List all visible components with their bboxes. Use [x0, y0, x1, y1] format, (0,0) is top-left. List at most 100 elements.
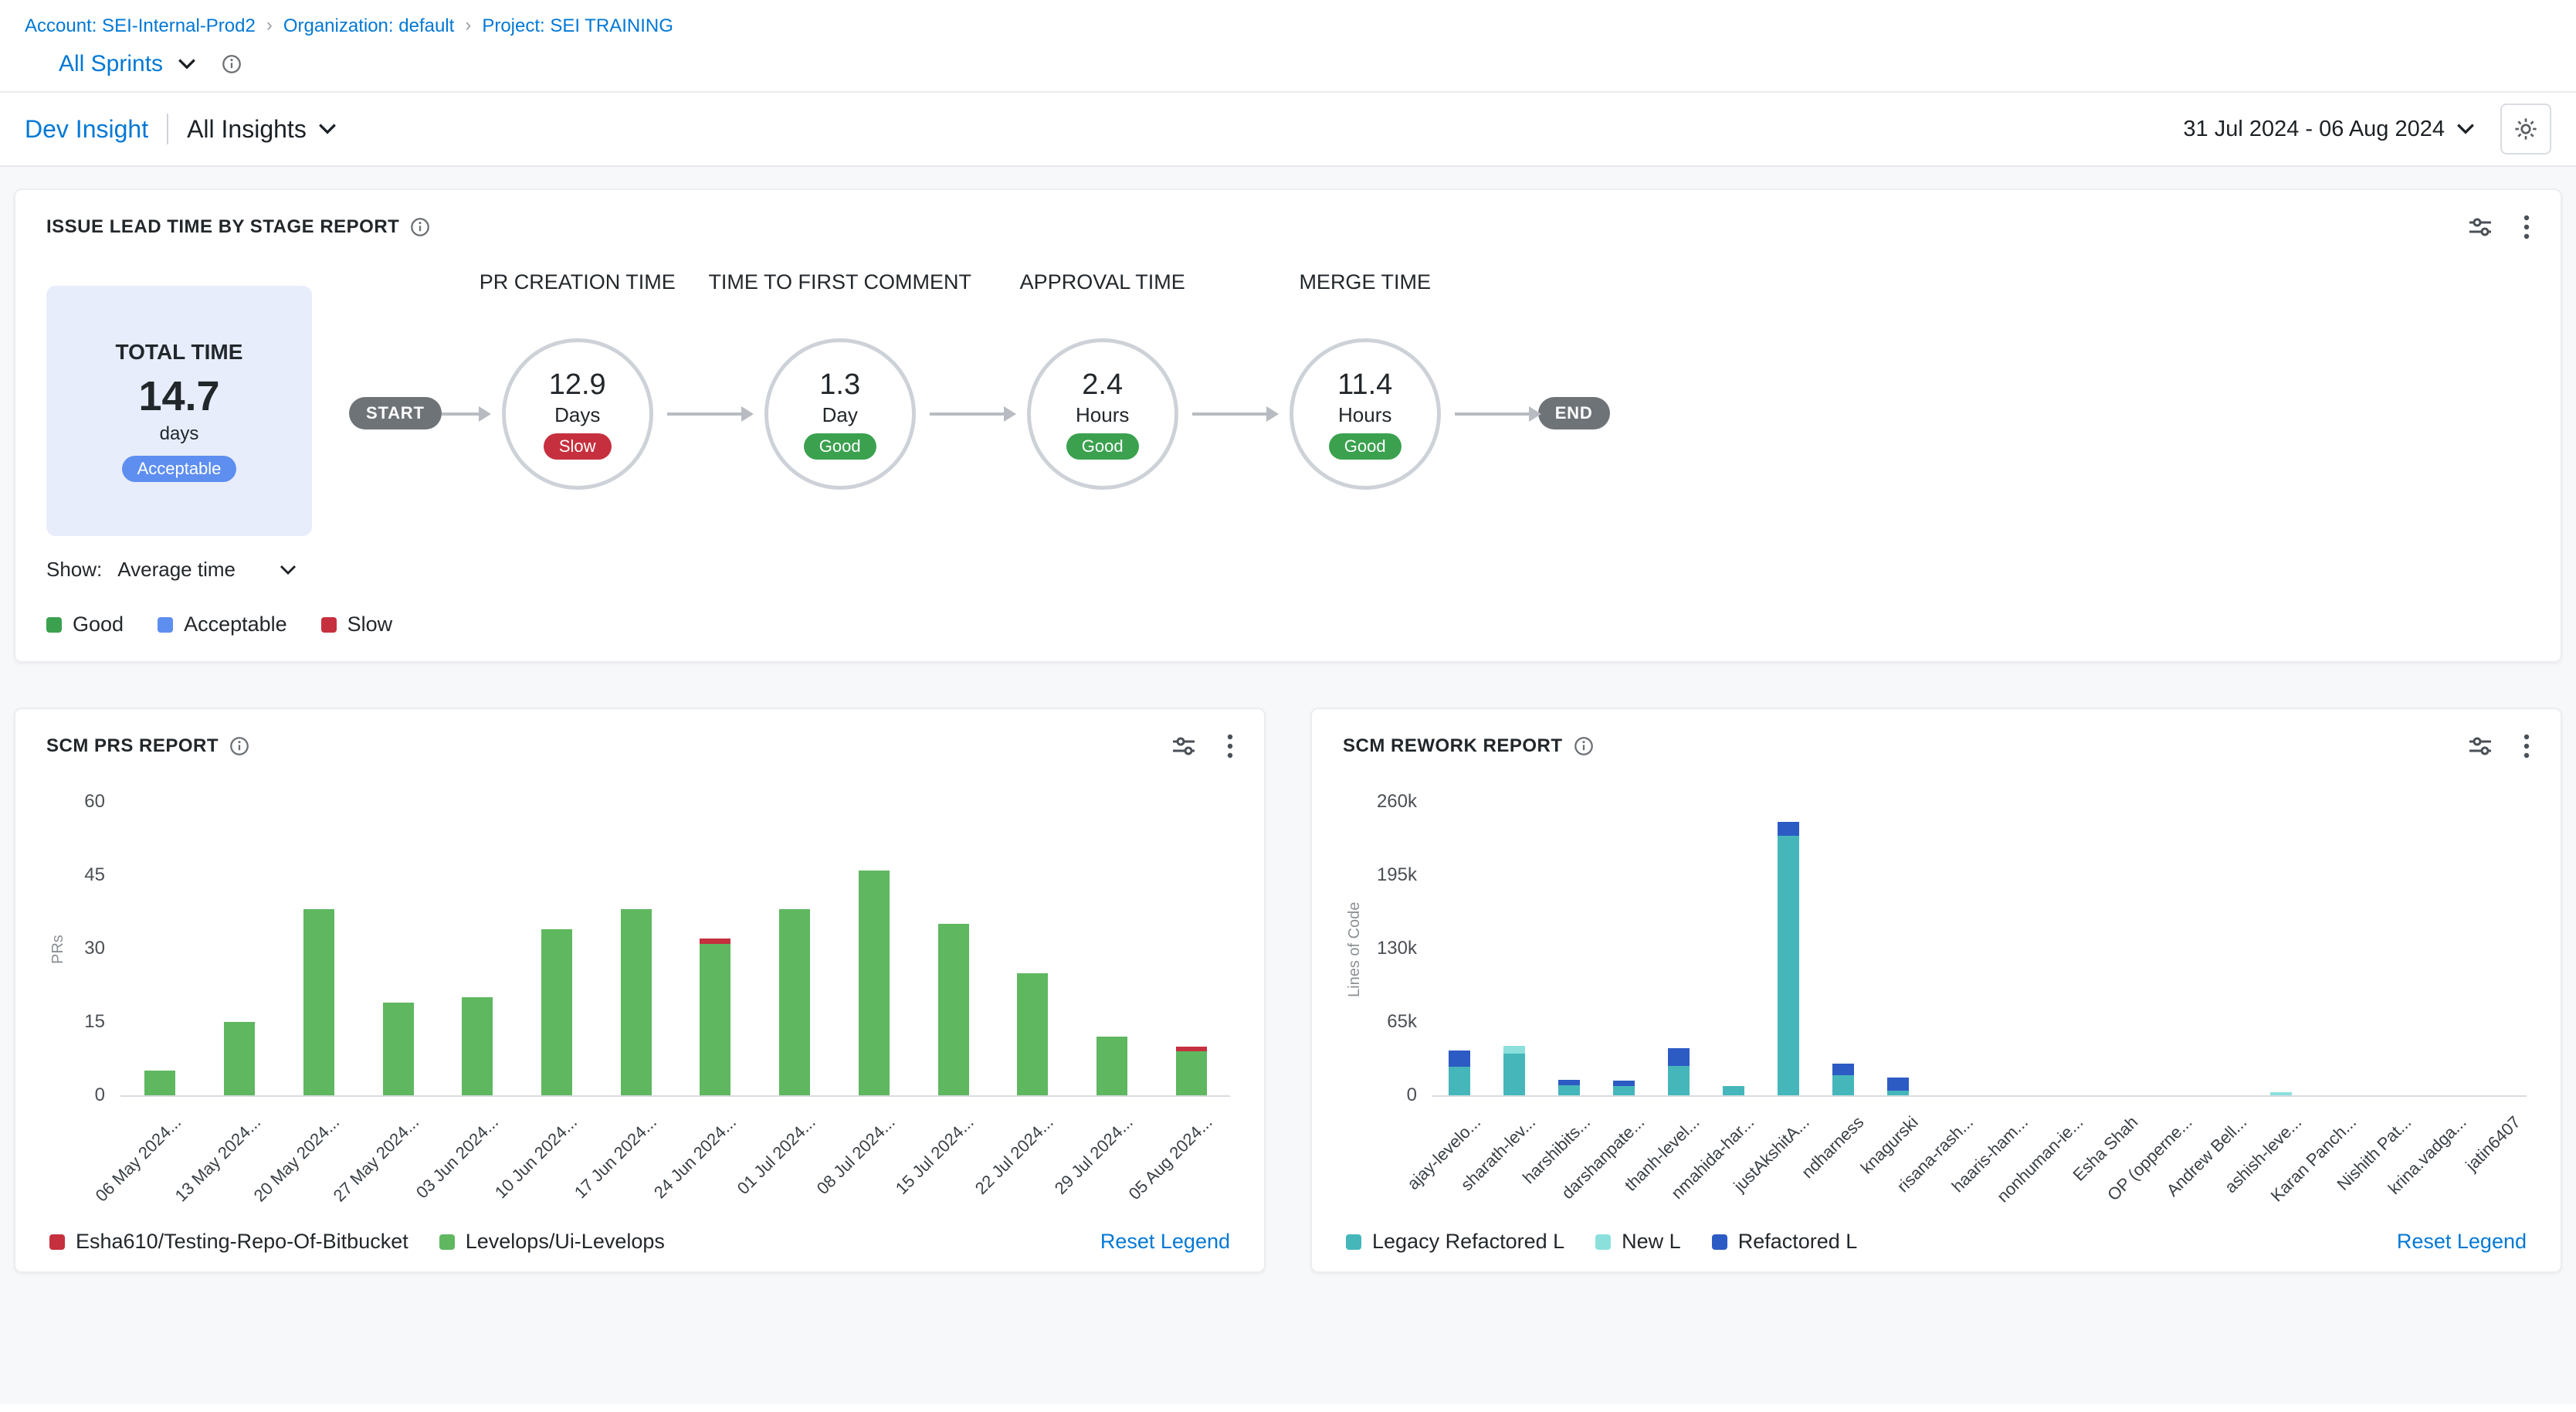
reset-legend-link[interactable]: Reset Legend [1100, 1230, 1230, 1254]
legend-item[interactable]: Esha610/Testing-Repo-Of-Bitbucket [49, 1230, 408, 1254]
bar-segment[interactable] [383, 1003, 414, 1095]
bar-segment[interactable] [303, 909, 334, 1095]
lead-time-stage[interactable]: PR CREATION TIME12.9DaysSlow [502, 338, 653, 490]
widget-filters-icon[interactable] [2468, 734, 2493, 759]
breadcrumb-organization-link[interactable]: Organization: default [283, 15, 454, 37]
bar-segment[interactable] [1558, 1080, 1580, 1085]
legend-label: New L [1622, 1230, 1681, 1254]
bar-segment[interactable] [1887, 1078, 1909, 1091]
kebab-menu-icon[interactable] [1227, 734, 1233, 759]
legend-item[interactable]: New L [1595, 1230, 1681, 1254]
bar-segment[interactable] [224, 1022, 255, 1095]
stage-status-badge: Good [1066, 433, 1139, 460]
bar-segment[interactable] [2270, 1092, 2292, 1095]
stage-label: PR CREATION TIME [431, 267, 724, 297]
bar-segment[interactable] [1832, 1075, 1854, 1095]
sprint-selector[interactable]: All Sprints [59, 51, 2576, 77]
insight-view-dropdown[interactable]: All Insights [187, 115, 337, 144]
bar-segment[interactable] [1017, 973, 1048, 1095]
lead-time-stage[interactable]: MERGE TIME11.4HoursGood [1290, 338, 1441, 490]
legend-item[interactable]: Refactored L [1712, 1230, 1858, 1254]
stage-value: 12.9 [549, 368, 606, 402]
bar-segment[interactable] [1558, 1085, 1580, 1095]
legend-item[interactable]: Legacy Refactored L [1346, 1230, 1564, 1254]
bar-segment[interactable] [779, 909, 810, 1095]
bar-segment[interactable] [938, 924, 969, 1095]
bar-segment[interactable] [1613, 1086, 1635, 1095]
widget-filters-icon[interactable] [2468, 215, 2493, 239]
breadcrumb-project-link[interactable]: Project: SEI TRAINING [482, 15, 673, 37]
bar-segment[interactable] [1176, 1047, 1207, 1051]
x-axis-label: 24 Jun 2024... [650, 1112, 741, 1203]
stage-status-badge: Slow [544, 433, 612, 460]
bar-segment[interactable] [1668, 1048, 1690, 1066]
x-axis-label: 01 Jul 2024... [734, 1112, 820, 1199]
flow-end-pill: END [1538, 397, 1610, 429]
prs-chart-legend: Esha610/Testing-Repo-Of-Bitbucket Levelop… [15, 1224, 1264, 1275]
y-axis-tick-label: 130k [1377, 938, 1417, 959]
stage-unit: Hours [1338, 403, 1391, 427]
total-time-label: TOTAL TIME [116, 340, 243, 365]
y-axis-tick-label: 195k [1377, 864, 1417, 886]
bar-segment[interactable] [1449, 1067, 1470, 1095]
date-range-dropdown[interactable]: 31 Jul 2024 - 06 Aug 2024 [2183, 117, 2476, 142]
bar-segment[interactable] [462, 997, 493, 1095]
bar-segment[interactable] [1668, 1066, 1690, 1095]
bar-segment[interactable] [1176, 1051, 1207, 1095]
legend-item[interactable]: Acceptable [158, 613, 287, 636]
scm-rework-card: SCM REWORK REPORT Lines of Code 065k130k… [1310, 708, 2562, 1273]
bar-segment[interactable] [1503, 1046, 1525, 1054]
reset-legend-link[interactable]: Reset Legend [2397, 1230, 2527, 1254]
stage-circle: 2.4HoursGood [1027, 338, 1178, 490]
lead-time-stage[interactable]: TIME TO FIRST COMMENT1.3DayGood [764, 338, 916, 490]
bar-segment[interactable] [859, 871, 890, 1095]
flow-arrow-icon [1455, 412, 1538, 416]
kebab-menu-icon[interactable] [2523, 215, 2530, 239]
bar-segment[interactable] [1503, 1054, 1525, 1095]
kebab-menu-icon[interactable] [2523, 734, 2530, 759]
bar-segment[interactable] [1613, 1081, 1635, 1086]
legend-swatch [158, 617, 173, 633]
info-icon[interactable] [222, 54, 242, 74]
y-axis-tick-label: 60 [84, 791, 105, 813]
bar-segment[interactable] [144, 1071, 175, 1095]
bar-segment[interactable] [1778, 836, 1799, 1095]
info-icon[interactable] [229, 736, 249, 756]
bar-segment[interactable] [1887, 1091, 1909, 1095]
legend-item[interactable]: Levelops/Ui-Levelops [439, 1230, 665, 1254]
x-axis-label: 15 Jul 2024... [892, 1112, 978, 1199]
bar-segment[interactable] [1449, 1051, 1470, 1067]
bar-segment[interactable] [1723, 1086, 1744, 1095]
rework-chart: Lines of Code 065k130k195k260k ajay-leve… [1346, 802, 2527, 1224]
bar-segment[interactable] [700, 944, 730, 1095]
info-icon[interactable] [410, 217, 430, 237]
chevron-down-icon [279, 564, 297, 576]
chevron-down-icon [177, 57, 197, 71]
legend-swatch [1712, 1234, 1727, 1250]
lead-time-stage[interactable]: APPROVAL TIME2.4HoursGood [1027, 338, 1178, 490]
bar-segment[interactable] [1778, 822, 1799, 836]
total-time-box: TOTAL TIME 14.7 days Acceptable [46, 286, 312, 536]
stage-value: 1.3 [819, 368, 860, 402]
bar-segment[interactable] [621, 909, 652, 1095]
bar-segment[interactable] [1096, 1037, 1127, 1095]
stage-circle: 1.3DayGood [764, 338, 916, 490]
info-icon[interactable] [1574, 736, 1594, 756]
dev-insight-link[interactable]: Dev Insight [25, 115, 148, 144]
legend-item[interactable]: Good [46, 613, 124, 636]
date-range-label: 31 Jul 2024 - 06 Aug 2024 [2183, 117, 2445, 142]
settings-button[interactable] [2500, 104, 2551, 154]
show-metric-dropdown[interactable]: Average time [117, 558, 297, 582]
legend-label: Slow [347, 613, 393, 636]
scm-prs-card: SCM PRS REPORT PRs 015304560 06 May 2024… [14, 708, 1266, 1273]
bar-segment[interactable] [700, 939, 730, 943]
lead-time-legend: Good Acceptable Slow [15, 613, 2561, 636]
widget-filters-icon[interactable] [1171, 734, 1196, 759]
legend-swatch [439, 1234, 455, 1250]
y-axis-title: Lines of Code [1346, 802, 1364, 1097]
bar-segment[interactable] [541, 929, 572, 1095]
legend-item[interactable]: Slow [321, 613, 393, 636]
bar-segment[interactable] [1832, 1064, 1854, 1075]
breadcrumb-account-link[interactable]: Account: SEI-Internal-Prod2 [25, 15, 256, 37]
y-axis-tick-label: 15 [84, 1011, 105, 1033]
